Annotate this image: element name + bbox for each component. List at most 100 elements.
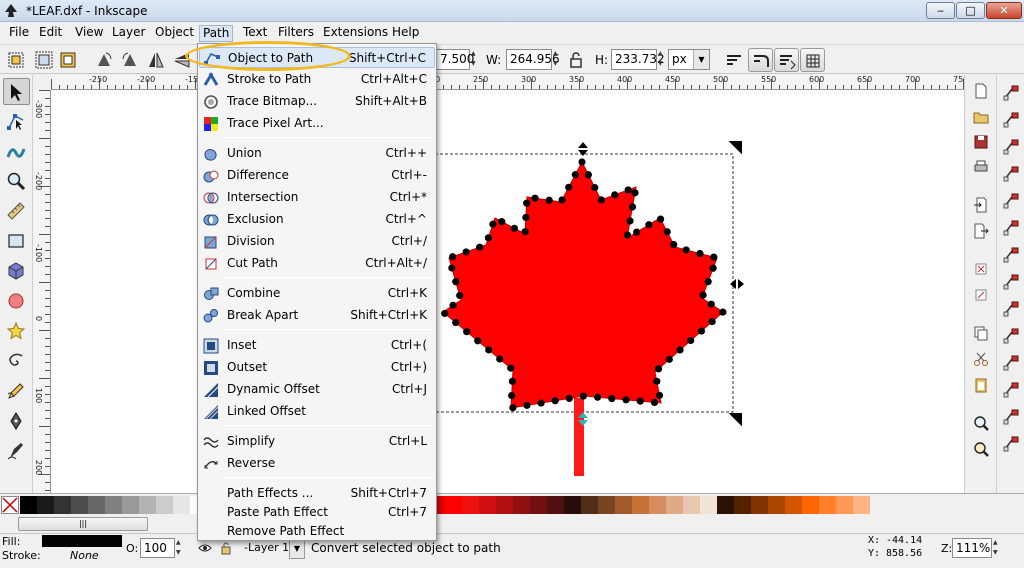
snap-toggle-button[interactable] [1000, 380, 1022, 400]
color-swatch[interactable] [751, 496, 768, 514]
height-spinner[interactable]: ▲ ▼ [658, 49, 668, 70]
color-swatch[interactable] [54, 496, 71, 514]
color-swatch[interactable] [479, 496, 496, 514]
snap-toggle-button[interactable] [1000, 164, 1022, 184]
menu-item-reverse[interactable]: Reverse [199, 453, 435, 474]
path-node[interactable] [508, 392, 516, 400]
maple-leaf-shape[interactable] [442, 160, 724, 409]
new-document-button[interactable] [970, 81, 992, 101]
path-node[interactable] [628, 203, 637, 211]
measure-tool[interactable] [3, 198, 30, 225]
color-swatch[interactable] [71, 496, 88, 514]
color-swatch[interactable] [581, 496, 598, 514]
snap-toggle-button[interactable] [1000, 191, 1022, 211]
x-spinner[interactable]: ▲ ▼ [471, 49, 481, 70]
path-node[interactable] [663, 228, 671, 236]
path-node[interactable] [708, 317, 716, 326]
path-node[interactable] [452, 318, 460, 327]
path-node[interactable] [682, 246, 690, 254]
tweak-tool[interactable] [3, 138, 30, 165]
import-button[interactable] [970, 195, 992, 215]
scrollbar-thumb[interactable]: ||| [18, 517, 148, 531]
3d-box-tool[interactable] [3, 258, 30, 285]
color-swatch[interactable] [37, 496, 54, 514]
menu-file[interactable]: File [6, 25, 32, 42]
menu-text[interactable]: Text [240, 25, 270, 42]
snap-toggle-button[interactable] [1000, 218, 1022, 238]
transform-gradients-toggle[interactable] [774, 48, 799, 72]
star-tool[interactable] [3, 318, 30, 345]
snap-toggle-button[interactable] [1000, 272, 1022, 292]
path-node[interactable] [565, 394, 573, 403]
x-coordinate-field[interactable]: 7.500 [436, 49, 474, 70]
path-node[interactable] [452, 278, 460, 286]
color-swatch[interactable] [819, 496, 836, 514]
color-swatch[interactable] [105, 496, 122, 514]
flip-vertical-icon[interactable] [172, 50, 192, 70]
export-button[interactable] [970, 221, 992, 241]
pen-tool[interactable] [3, 408, 30, 435]
path-node[interactable] [710, 253, 718, 261]
close-button[interactable]: ✕ [986, 2, 1022, 19]
path-node[interactable] [476, 243, 484, 251]
menu-item-paste-path-effect[interactable]: Paste Path Effect Ctrl+7 [199, 502, 435, 523]
menu-path[interactable]: Path [199, 25, 234, 42]
menu-layer[interactable]: Layer [109, 25, 148, 42]
menu-help[interactable]: Help [389, 25, 422, 42]
save-button[interactable] [970, 132, 992, 152]
menu-item-inset[interactable]: Inset Ctrl+( [199, 335, 435, 356]
path-node[interactable] [485, 346, 493, 354]
lock-icon[interactable] [566, 50, 586, 70]
drawing-canvas[interactable] [51, 90, 964, 493]
right-scale-handle[interactable] [730, 279, 744, 289]
zoom-field[interactable]: 111% [952, 538, 992, 558]
path-node[interactable] [463, 328, 471, 336]
menu-edit[interactable]: Edit [36, 25, 65, 42]
deselect-icon[interactable] [58, 50, 78, 70]
unit-select[interactable]: px ▼ [668, 49, 710, 70]
path-node[interactable] [707, 300, 715, 308]
zoom-spinner[interactable]: ▲ ▼ [993, 538, 1003, 559]
spiral-tool[interactable] [3, 348, 30, 375]
path-node[interactable] [591, 183, 599, 192]
snap-toggle-button[interactable] [1000, 83, 1022, 103]
color-swatch[interactable] [598, 496, 615, 514]
path-node[interactable] [474, 337, 482, 345]
transform-patterns-toggle[interactable] [800, 48, 825, 72]
path-node[interactable] [597, 196, 605, 204]
color-swatch[interactable] [700, 496, 717, 514]
menu-item-division[interactable]: Division Ctrl+/ [199, 231, 435, 252]
path-node[interactable] [633, 228, 641, 236]
path-node[interactable] [636, 397, 644, 405]
color-swatch[interactable] [156, 496, 173, 514]
path-node[interactable] [571, 171, 579, 179]
path-node[interactable] [624, 186, 632, 194]
maximize-button[interactable]: □ [956, 2, 985, 19]
undo-button[interactable] [970, 259, 992, 279]
menu-object[interactable]: Object [152, 25, 197, 42]
path-node[interactable] [522, 213, 530, 222]
color-swatch[interactable] [666, 496, 683, 514]
path-node[interactable] [709, 264, 717, 272]
path-node[interactable] [456, 291, 464, 300]
color-swatch[interactable] [615, 496, 632, 514]
color-swatch[interactable] [802, 496, 819, 514]
menu-item-trace-pixel-art[interactable]: Trace Pixel Art... [199, 113, 435, 134]
menu-item-stroke-to-path[interactable]: Stroke to Path Ctrl+Alt+C [199, 69, 435, 90]
menu-view[interactable]: View [72, 25, 106, 42]
select-all-layers-icon[interactable] [34, 50, 54, 70]
eye-icon[interactable] [198, 542, 212, 554]
path-node[interactable] [696, 249, 704, 258]
color-swatch[interactable] [513, 496, 530, 514]
path-node[interactable] [448, 264, 456, 272]
path-node[interactable] [656, 215, 665, 223]
path-node[interactable] [650, 398, 659, 407]
path-node[interactable] [626, 217, 634, 225]
horizontal-scrollbar[interactable]: ||| [0, 516, 1024, 533]
path-node[interactable] [719, 308, 727, 316]
color-swatch[interactable] [445, 496, 462, 514]
path-node[interactable] [697, 327, 706, 335]
layer-dropdown[interactable]: ▼ [289, 539, 305, 559]
menu-item-break-apart[interactable]: Break Apart Shift+Ctrl+K [199, 305, 435, 326]
path-node[interactable] [489, 220, 497, 228]
